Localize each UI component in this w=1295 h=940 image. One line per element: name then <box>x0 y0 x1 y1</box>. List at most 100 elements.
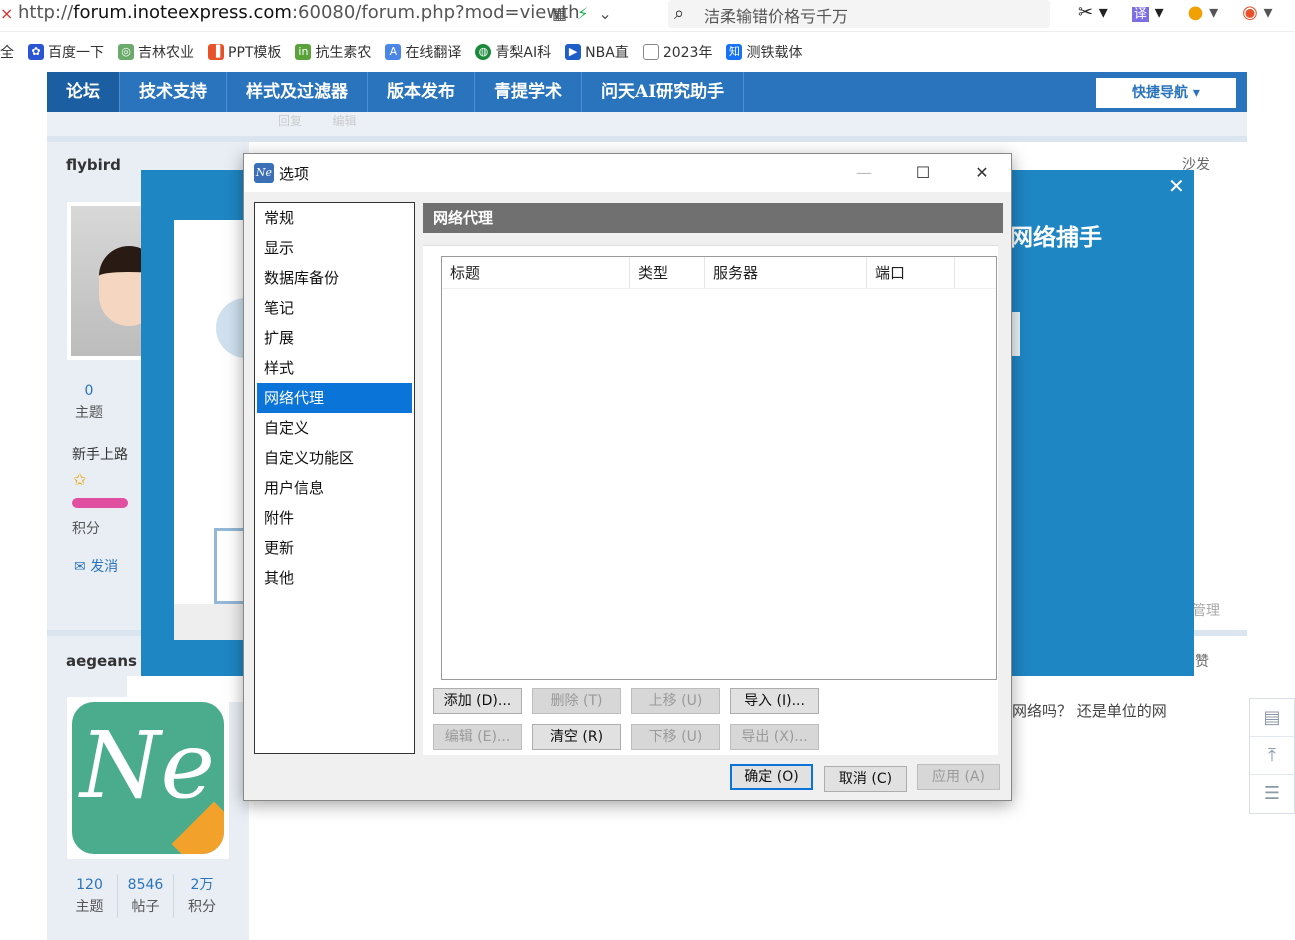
banner-box <box>214 528 244 604</box>
search-box[interactable]: ⌕ 洁柔输错价格亏千万 <box>668 0 1050 28</box>
add-button[interactable]: 添加 (D)... <box>433 688 522 714</box>
stat-label: 积分 <box>188 899 216 915</box>
manage-link[interactable]: 管理 <box>1192 600 1220 620</box>
nav-releases[interactable]: 版本发布 <box>368 72 475 112</box>
column-type[interactable]: 类型 <box>630 257 705 288</box>
bookmark-2[interactable]: ◎ 吉林农业 <box>118 42 194 62</box>
bookmark-0[interactable]: 全 <box>0 42 14 62</box>
mail-icon: ✉ <box>74 559 86 575</box>
post1-avatar[interactable] <box>67 202 147 360</box>
nav-qingti[interactable]: 青提学术 <box>475 72 582 112</box>
banner-footer <box>174 604 244 640</box>
coin-icon[interactable]: ● ▾ <box>1188 2 1218 23</box>
column-port[interactable]: 端口 <box>867 257 955 288</box>
nav-forum[interactable]: 论坛 <box>47 72 120 112</box>
translate-icon[interactable]: 译 ▾ <box>1131 2 1164 23</box>
quick-nav-button[interactable]: 快捷导航 ▾ <box>1096 78 1236 108</box>
category-user-info[interactable]: 用户信息 <box>255 473 414 503</box>
bookmark-1[interactable]: ✿ 百度一下 <box>28 42 104 62</box>
move-down-button[interactable]: 下移 (U) <box>631 724 720 750</box>
category-ribbon[interactable]: 自定义功能区 <box>255 443 414 473</box>
chevron-down-icon[interactable]: ⌄ <box>598 4 611 23</box>
category-notes[interactable]: 笔记 <box>255 293 414 323</box>
category-general[interactable]: 常规 <box>255 203 414 233</box>
category-update[interactable]: 更新 <box>255 533 414 563</box>
reply-link[interactable]: 回复 <box>278 114 302 128</box>
stat-points[interactable]: 2万 积分 <box>174 874 230 918</box>
game-icon[interactable]: ◉ ▾ <box>1242 2 1272 23</box>
category-attachments[interactable]: 附件 <box>255 503 414 533</box>
in-icon: in <box>295 44 312 60</box>
stat-label: 帖子 <box>131 899 160 915</box>
nba-icon: ▶ <box>565 44 582 60</box>
edit-button[interactable]: 编辑 (E)... <box>433 724 522 750</box>
bookmark-5[interactable]: A 在线翻译 <box>385 42 461 62</box>
nav-styles[interactable]: 样式及过滤器 <box>227 72 368 112</box>
export-button[interactable]: 导出 (X)... <box>730 724 819 750</box>
edit-link[interactable]: 编辑 <box>333 114 357 128</box>
zhihu-icon: 知 <box>726 44 743 60</box>
url-field[interactable]: http://forum.inoteexpress.com:60080/foru… <box>18 2 580 23</box>
bookmark-6[interactable]: ◍ 青梨AI科 <box>475 42 551 62</box>
list-icon[interactable]: ☰ <box>1250 775 1294 813</box>
proxy-panel: 标题 类型 服务器 端口 添加 (D)... 删除 (T) 上移 (U) 导入 … <box>423 245 998 755</box>
post2-avatar[interactable]: Ne <box>67 697 229 859</box>
bookmark-8[interactable]: 2023年 <box>642 42 712 62</box>
category-other[interactable]: 其他 <box>255 563 414 593</box>
category-styles[interactable]: 样式 <box>255 353 414 383</box>
bookmark-9[interactable]: 知测铁载体 <box>726 42 802 62</box>
forum-nav: 论坛 技术支持 样式及过滤器 版本发布 青提学术 问天AI研究助手 快捷导航 ▾ <box>47 72 1247 112</box>
bookmark-7[interactable]: ▶ NBA直 <box>565 42 629 62</box>
apply-button[interactable]: 应用 (A) <box>917 764 1000 790</box>
send-message-link[interactable]: ✉ 发消 <box>74 556 118 576</box>
url-host: forum.inoteexpress.com <box>73 2 292 23</box>
stat-posts[interactable]: 8546 帖子 <box>118 874 174 918</box>
qr-code-icon[interactable]: ▦ <box>552 4 567 23</box>
lightning-icon[interactable]: ⚡ <box>577 4 588 23</box>
stop-icon[interactable]: × <box>0 4 13 23</box>
nav-support[interactable]: 技术支持 <box>120 72 227 112</box>
bookmark-3[interactable]: ▐ PPT模板 <box>208 42 281 62</box>
delete-button[interactable]: 删除 (T) <box>532 688 621 714</box>
clear-button[interactable]: 清空 (R) <box>532 724 621 750</box>
category-custom[interactable]: 自定义 <box>255 413 414 443</box>
category-backup[interactable]: 数据库备份 <box>255 263 414 293</box>
column-title[interactable]: 标题 <box>442 257 630 288</box>
table-header: 标题 类型 服务器 端口 <box>442 257 996 289</box>
comment-icon[interactable]: ▤ <box>1250 699 1294 737</box>
maximize-icon[interactable]: ☐ <box>903 160 943 186</box>
post2-author[interactable]: aegeans <box>66 652 137 670</box>
search-icon: ⌕ <box>674 3 685 24</box>
browser-tools: ✂ ▾ 译 ▾ ● ▾ ◉ ▾ <box>1078 2 1273 23</box>
scissors-icon[interactable]: ✂ ▾ <box>1078 2 1108 23</box>
ok-button[interactable]: 确定 (O) <box>730 764 813 790</box>
column-server[interactable]: 服务器 <box>705 257 867 288</box>
cancel-button[interactable]: 取消 (C) <box>824 766 907 792</box>
minimize-icon[interactable]: — <box>844 160 884 186</box>
bookmark-label: 吉林农业 <box>138 45 194 61</box>
back-to-top-icon[interactable]: ⤒ <box>1250 737 1294 775</box>
noteexpress-logo: Ne <box>72 702 224 854</box>
import-button[interactable]: 导入 (I)... <box>730 688 819 714</box>
stat-num: 120 <box>76 877 103 893</box>
category-display[interactable]: 显示 <box>255 233 414 263</box>
category-proxy[interactable]: 网络代理 <box>257 383 412 413</box>
post-separator <box>47 136 1247 142</box>
post2-like[interactable]: 赞 <box>1195 651 1209 671</box>
proxy-table[interactable]: 标题 类型 服务器 端口 <box>441 256 997 680</box>
paw-icon: ✿ <box>28 44 44 60</box>
bookmark-4[interactable]: in 抗生素农 <box>295 42 371 62</box>
bookmark-label: 测铁载体 <box>746 45 803 61</box>
dialog-titlebar[interactable]: Ne 选项 — ☐ ✕ <box>244 154 1011 192</box>
move-up-button[interactable]: 上移 (U) <box>631 688 720 714</box>
stat-topics[interactable]: 120 主题 <box>62 874 118 918</box>
topics-count[interactable]: 0 <box>75 380 103 402</box>
bookmark-label: 百度一下 <box>48 45 104 61</box>
post1-author[interactable]: flybird <box>66 156 121 174</box>
category-list: 常规 显示 数据库备份 笔记 扩展 样式 网络代理 自定义 自定义功能区 用户信… <box>254 202 415 754</box>
translate-site-icon: A <box>385 44 402 60</box>
nav-wentian[interactable]: 问天AI研究助手 <box>582 72 745 112</box>
close-dialog-icon[interactable]: ✕ <box>962 160 1002 186</box>
close-icon[interactable]: ✕ <box>1168 174 1185 198</box>
category-extensions[interactable]: 扩展 <box>255 323 414 353</box>
